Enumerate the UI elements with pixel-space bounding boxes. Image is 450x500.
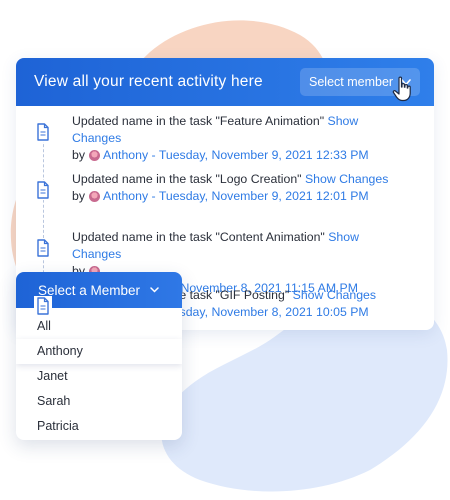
activity-meta[interactable]: Anthony - Tuesday, November 9, 2021 12:0… [103,188,369,205]
activity-text: Updated name in the task "Logo Creation" [72,172,302,186]
panel-title: View all your recent activity here [34,73,263,90]
select-member-button[interactable]: Select member [300,68,420,102]
activity-item: Updated name in the task "Logo Creation"… [34,170,434,228]
hand-pointer-icon [392,76,411,102]
activity-text: Updated name in the task "Content Animat… [72,230,325,244]
document-icon [34,296,52,316]
activity-meta[interactable]: Anthony - Tuesday, November 9, 2021 12:3… [103,147,369,164]
document-icon [34,122,52,142]
member-option-sarah[interactable]: Sarah [16,389,182,414]
chevron-down-icon [150,287,159,293]
by-label: by [72,148,85,162]
member-option-janet[interactable]: Janet [16,364,182,389]
dropdown-label: Select a Member [38,282,141,298]
activity-item: Updated name in the task "Feature Animat… [34,112,434,170]
document-icon [34,180,52,200]
avatar [89,150,100,161]
member-option-all[interactable]: All [16,314,182,339]
document-icon [34,238,52,258]
show-changes-link[interactable]: Show Changes [293,288,376,302]
member-option-anthony[interactable]: Anthony [16,339,182,364]
activity-header: View all your recent activity here Selec… [16,58,434,106]
by-label: by [72,189,85,203]
select-member-label: Select member [309,75,394,89]
activity-text: Updated name in the task "Feature Animat… [72,114,325,128]
avatar [89,191,100,202]
member-option-patricia[interactable]: Patricia [16,414,182,439]
show-changes-link[interactable]: Show Changes [305,172,388,186]
